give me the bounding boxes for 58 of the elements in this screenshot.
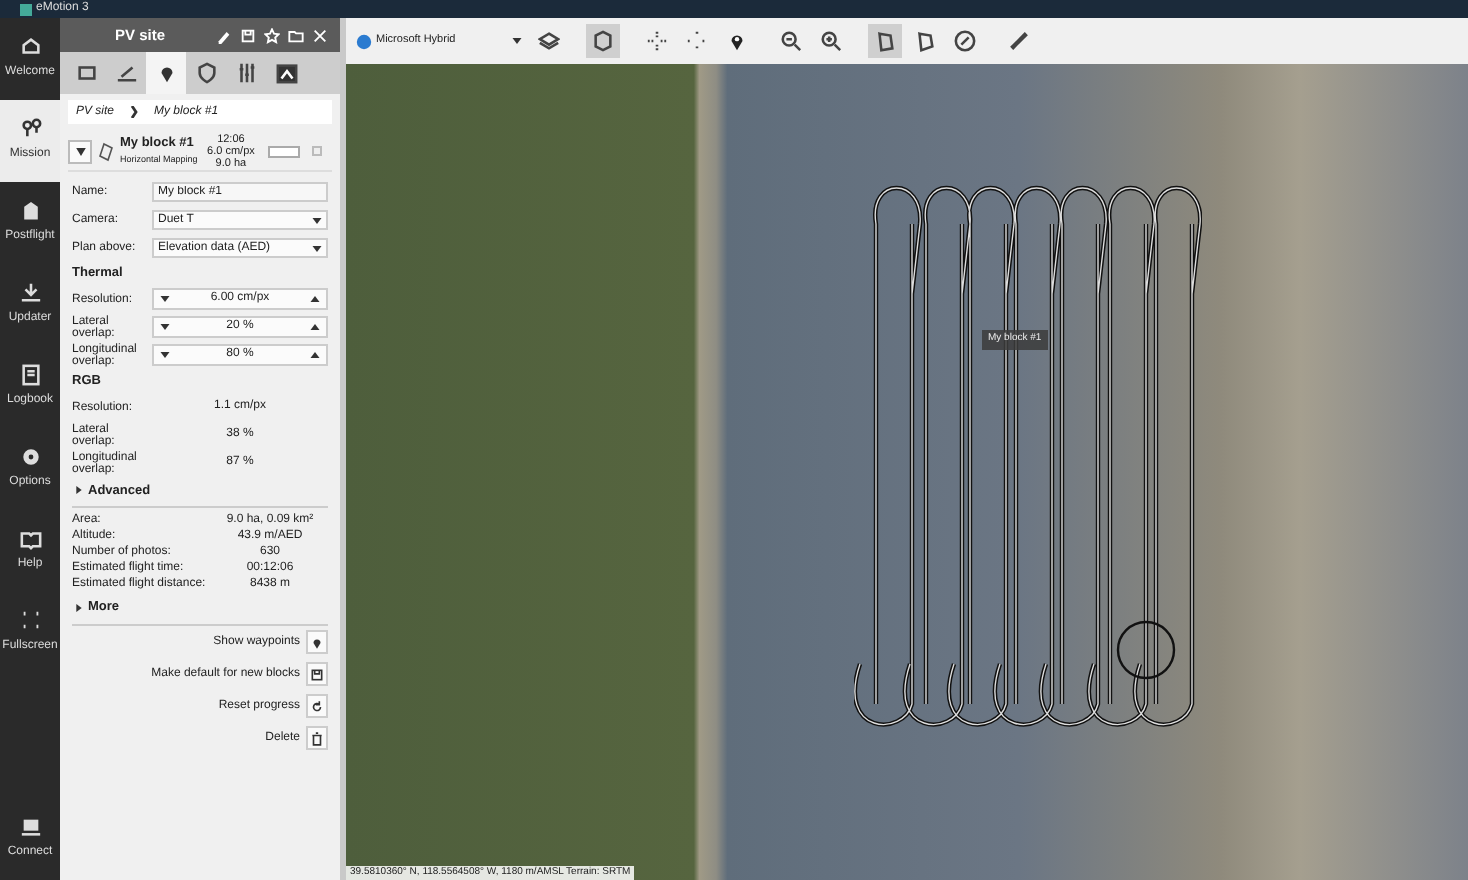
mission-tab[interactable] [146, 52, 186, 94]
action-button[interactable] [306, 694, 328, 718]
compass-icon [954, 30, 976, 52]
action-button[interactable] [306, 630, 328, 654]
caret-down-icon [512, 38, 522, 44]
cube-icon [592, 30, 614, 52]
home-icon [19, 36, 41, 58]
star-icon [264, 27, 280, 43]
globe-icon [356, 33, 372, 49]
caret-down-icon [160, 296, 170, 303]
zoom-out-icon [780, 30, 802, 52]
map-tool-button[interactable] [868, 24, 902, 58]
caret-down-icon [312, 217, 322, 223]
monitor-icon [75, 62, 97, 84]
ruler-icon [1008, 30, 1030, 52]
folder-icon [288, 27, 304, 43]
laptop-icon [19, 816, 41, 838]
close-button[interactable] [308, 27, 332, 43]
draw-polygon-icon [874, 30, 896, 52]
star-button[interactable] [260, 27, 284, 43]
caret-up-icon [310, 324, 320, 331]
book-icon [19, 528, 41, 550]
close-icon [312, 27, 328, 43]
caret-down-icon [312, 245, 322, 251]
save-icon [310, 667, 324, 681]
download-icon [19, 282, 41, 304]
app-logo-icon [20, 3, 32, 15]
expand-button[interactable] [68, 139, 92, 163]
save-button[interactable] [236, 27, 260, 43]
action-button[interactable] [306, 662, 328, 686]
caret-right-icon [76, 604, 82, 613]
trash-icon [310, 731, 324, 745]
logbook-icon [19, 364, 41, 386]
zoom-in-icon [820, 30, 842, 52]
map-pins-icon [19, 118, 41, 140]
refresh-icon [310, 699, 324, 713]
caret-down-icon [160, 324, 170, 331]
edit-polygon-icon [914, 30, 936, 52]
caret-up-icon [310, 296, 320, 303]
fullscreen-icon [19, 610, 41, 632]
checkbox[interactable] [312, 146, 323, 156]
caret-down-icon [75, 147, 85, 155]
caret-up-icon [310, 352, 320, 359]
chevron-right-icon [130, 106, 139, 118]
shield-icon [195, 62, 217, 84]
map-pin-icon [726, 30, 748, 52]
sliders-icon [235, 62, 257, 84]
polygon-icon [98, 141, 114, 161]
edit-icon [216, 27, 232, 43]
layers-icon [538, 30, 560, 52]
action-button[interactable] [306, 726, 328, 750]
map-tool-button[interactable] [586, 24, 620, 58]
caret-right-icon [76, 486, 82, 495]
caret-down-icon [160, 352, 170, 359]
gear-icon [19, 446, 41, 468]
save-icon [240, 27, 256, 43]
waypoint-icon [310, 635, 324, 649]
folder-button[interactable] [284, 27, 308, 43]
